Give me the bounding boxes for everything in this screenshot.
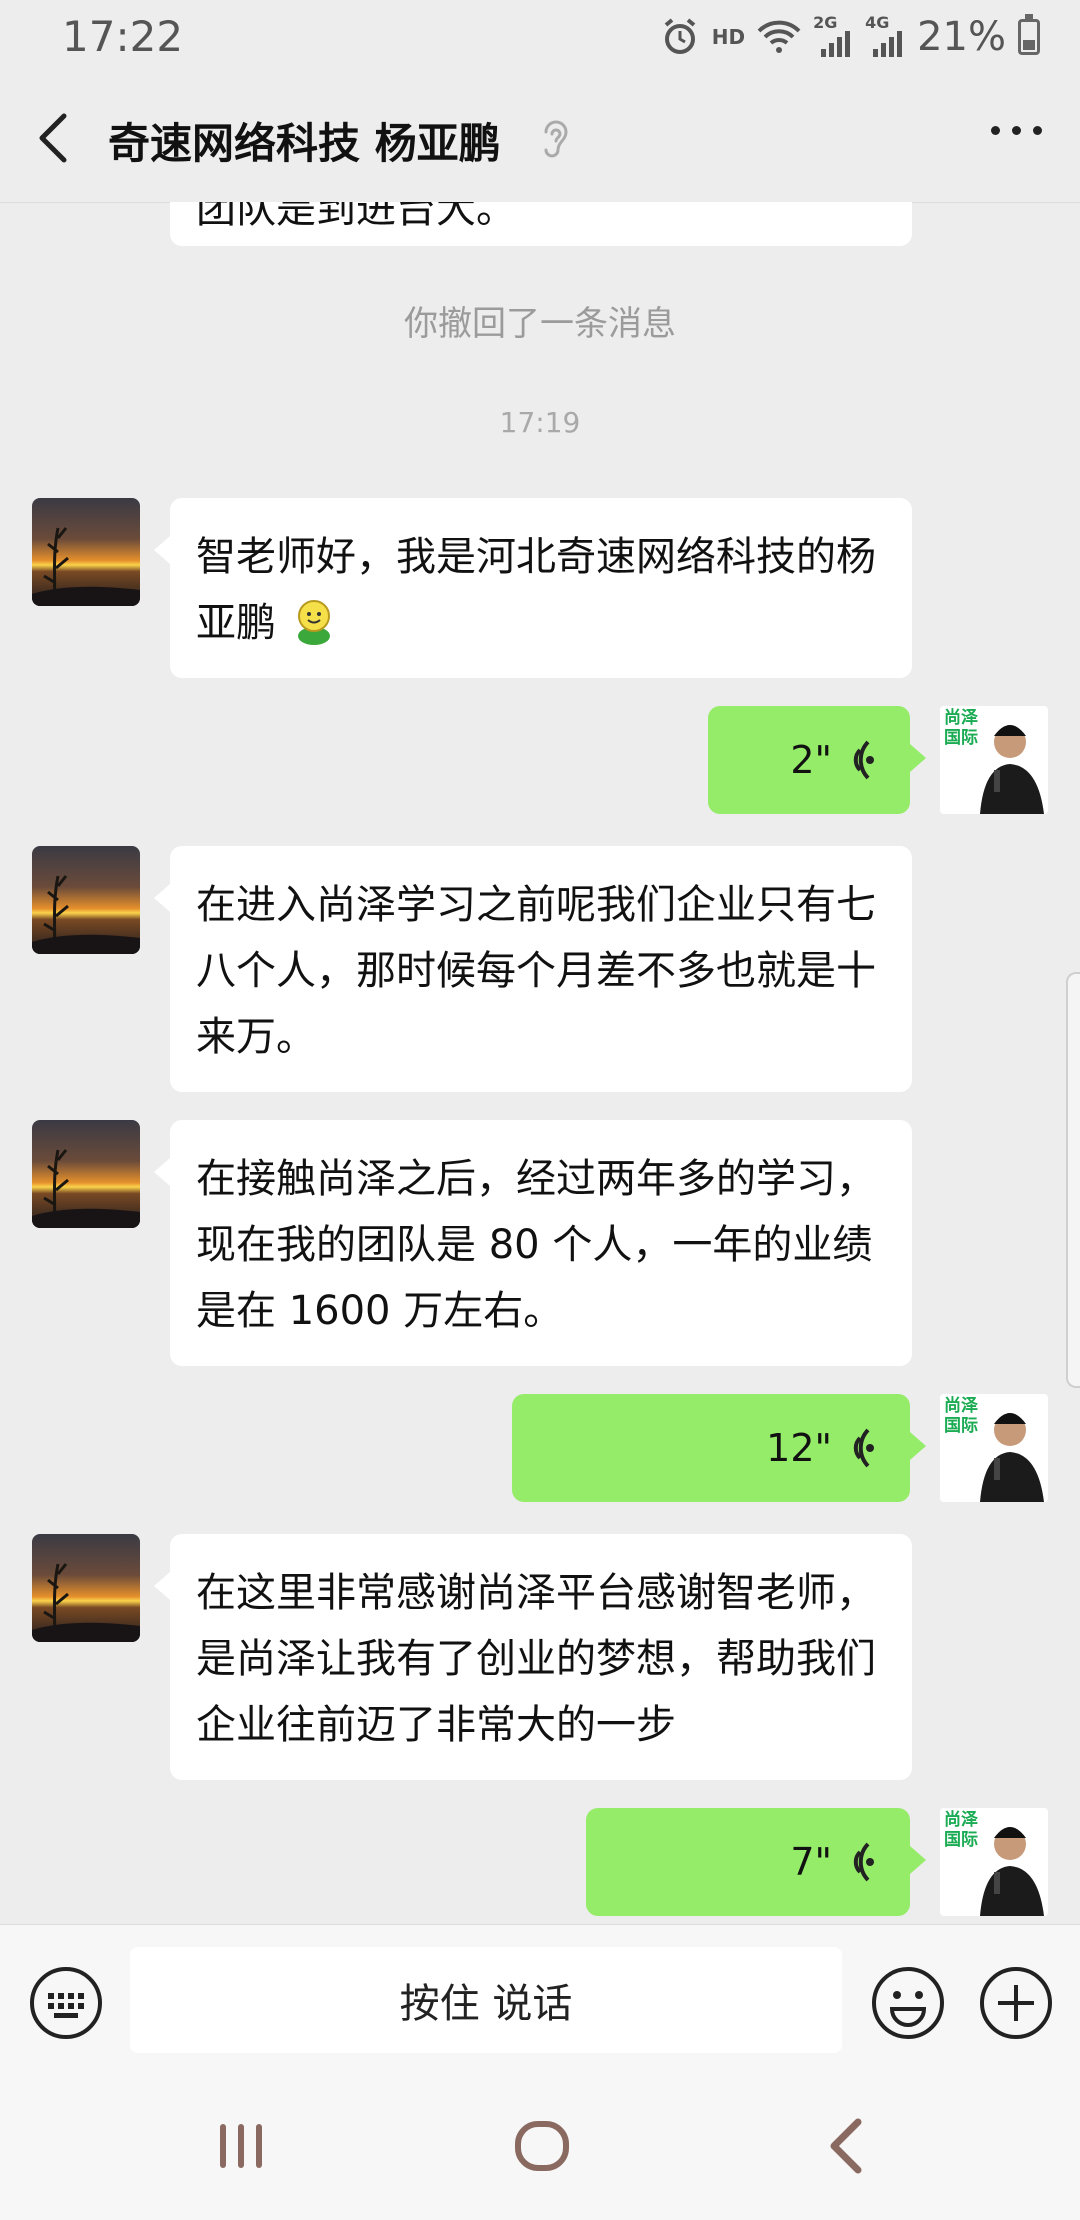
voice-wave-icon	[853, 740, 874, 780]
message-text: 在这里非常感谢尚泽平台感谢智老师，是尚泽让我有了创业的梦想，帮助我们企业往前迈了…	[196, 1570, 876, 1748]
status-bar: 17:22 HD 2G 4G 21%	[0, 0, 1080, 74]
back-arrow-icon[interactable]	[30, 110, 80, 166]
message-bubble[interactable]: 在这里非常感谢尚泽平台感谢智老师，是尚泽让我有了创业的梦想，帮助我们企业往前迈了…	[154, 1534, 912, 1780]
avatar-badge-line2: 国际	[944, 1416, 978, 1436]
message-text: 团队是到进台大。	[196, 202, 516, 232]
message-text: 在进入尚泽学习之前呢我们企业只有七八个人，那时候每个月差不多也就是十来万。	[196, 882, 876, 1060]
home-icon[interactable]	[514, 2118, 570, 2174]
system-nav-bar	[0, 2074, 1080, 2220]
contact-avatar[interactable]	[32, 846, 140, 954]
voice-wave-icon	[853, 1428, 874, 1468]
recent-apps-icon[interactable]	[216, 2118, 266, 2174]
chat-header: 奇速网络科技 杨亚鹏	[0, 74, 1080, 203]
keyboard-icon[interactable]	[28, 1965, 104, 2041]
message-bubble[interactable]: 在进入尚泽学习之前呢我们企业只有七八个人，那时候每个月差不多也就是十来万。	[154, 846, 912, 1092]
recall-notice: 你撤回了一条消息	[404, 304, 676, 344]
contact-avatar[interactable]	[32, 1120, 140, 1228]
battery-icon	[1018, 14, 1040, 55]
voice-message-bubble[interactable]: 2"	[708, 706, 926, 814]
signal-2g: 2G	[813, 13, 853, 57]
status-icons: HD 2G 4G 21%	[660, 12, 1040, 62]
smile-icon	[297, 600, 330, 645]
battery-percent: 21%	[917, 14, 1006, 60]
input-bar: 按住 说话	[0, 1924, 1080, 2075]
sunset-plant-silhouette	[32, 1149, 140, 1228]
contact-avatar[interactable]	[32, 498, 140, 606]
scrollbar[interactable]	[1066, 972, 1080, 1388]
sunset-plant-silhouette	[32, 875, 140, 954]
avatar-badge-line1: 尚泽	[944, 1396, 978, 1416]
message-timestamp: 17:19	[499, 406, 581, 439]
back-nav-icon[interactable]	[826, 2118, 866, 2174]
sunset-plant-silhouette	[32, 527, 140, 606]
my-avatar[interactable]: 尚泽 国际	[940, 706, 1048, 814]
wifi-icon	[757, 20, 801, 53]
my-avatar[interactable]: 尚泽 国际	[940, 1394, 1048, 1502]
voice-message-bubble[interactable]: 7"	[586, 1808, 926, 1916]
message-bubble[interactable]: 在接触尚泽之后，经过两年多的学习，现在我的团队是 80 个人，一年的业绩是在 1…	[154, 1120, 912, 1366]
my-avatar[interactable]: 尚泽 国际	[940, 1808, 1048, 1916]
more-icon[interactable]	[991, 126, 1042, 135]
avatar-badge-line2: 国际	[944, 728, 978, 748]
signal-4g: 4G	[865, 13, 905, 57]
voice-duration: 12"	[766, 1426, 832, 1470]
signal-bars-icon	[873, 31, 903, 57]
chat-title: 奇速网络科技 杨亚鹏	[108, 119, 501, 168]
avatar-badge-line1: 尚泽	[944, 1810, 978, 1830]
voice-wave-icon	[853, 1842, 874, 1882]
sunset-plant-silhouette	[32, 1563, 140, 1642]
message-bubble[interactable]: 智老师好，我是河北奇速网络科技的杨亚鹏	[154, 498, 912, 678]
hd-label: HD	[711, 25, 746, 49]
voice-message-bubble[interactable]: 12"	[512, 1394, 926, 1502]
message-text: 在接触尚泽之后，经过两年多的学习，现在我的团队是 80 个人，一年的业绩是在 1…	[196, 1156, 876, 1334]
voice-duration: 2"	[790, 738, 832, 782]
avatar-badge-line1: 尚泽	[944, 708, 978, 728]
signal-bars-icon	[821, 31, 851, 57]
voice-duration: 7"	[790, 1840, 832, 1884]
hold-to-talk-button[interactable]: 按住 说话	[130, 1947, 842, 2053]
ear-icon	[544, 120, 568, 158]
emoji-icon[interactable]	[870, 1965, 946, 2041]
alarm-icon	[664, 18, 696, 54]
avatar-badge-line2: 国际	[944, 1830, 978, 1850]
status-time: 17:22	[62, 12, 184, 61]
message-bubble-partial[interactable]: 团队是到进台大。	[170, 202, 912, 246]
contact-avatar[interactable]	[32, 1534, 140, 1642]
chat-area[interactable]: 团队是到进台大。 你撤回了一条消息 17:19 智老师好，我是河北奇速网络科技的…	[0, 202, 1080, 1924]
plus-icon[interactable]	[978, 1965, 1054, 2041]
